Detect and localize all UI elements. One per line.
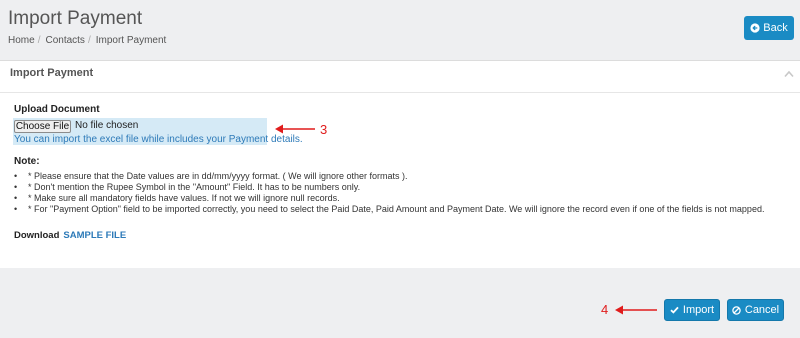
list-item: • * For "Payment Option" field to be impo… [14, 204, 764, 215]
list-item: • * Don't mention the Rupee Symbol in the… [14, 182, 764, 193]
bullet: • [14, 193, 18, 203]
breadcrumb-current: Import Payment [95, 35, 167, 46]
upload-document-label: Upload Document [14, 104, 100, 115]
import-button[interactable]: Import [664, 299, 720, 321]
annotation-arrow-icon [275, 124, 315, 134]
import-button-label: Import [682, 304, 715, 316]
breadcrumb-separator: / [37, 35, 41, 46]
page-title: Import Payment [8, 8, 143, 29]
bullet: • [14, 204, 18, 214]
chevron-up-icon[interactable] [784, 70, 794, 78]
panel-header: Import Payment [0, 61, 800, 93]
note-text: * Don't mention the Rupee Symbol in the … [28, 182, 361, 192]
checkmark-icon [670, 306, 679, 314]
form-actions: 4 Import Cancel [0, 268, 800, 338]
cancel-button[interactable]: Cancel [727, 299, 784, 321]
note-text: * Please ensure that the Date values are… [28, 171, 408, 181]
file-status-text: No file chosen [75, 120, 139, 131]
import-panel: Import Payment Upload Document Choose Fi… [0, 60, 800, 268]
note-text: * Make sure all mandatory fields have va… [28, 193, 340, 203]
upload-help-text: You can import the excel file while incl… [14, 134, 303, 145]
list-item: • * Make sure all mandatory fields have v… [14, 193, 764, 204]
panel-title: Import Payment [10, 67, 94, 79]
annotation-number: 3 [320, 122, 328, 137]
breadcrumb-separator: / [87, 35, 91, 46]
download-row: Download SAMPLE FILE [14, 230, 126, 241]
annotation-arrow-icon [615, 305, 657, 315]
ban-icon [732, 305, 741, 315]
bullet: • [14, 182, 18, 192]
note-label: Note: [14, 156, 40, 167]
choose-file-button[interactable]: Choose File [14, 120, 71, 133]
back-button[interactable]: Back [744, 16, 794, 40]
annotation-number: 4 [601, 302, 609, 317]
list-item: • * Please ensure that the Date values ar… [14, 171, 764, 182]
note-text: * For "Payment Option" field to be impor… [28, 204, 765, 214]
download-label: Download [14, 230, 60, 241]
sample-file-link[interactable]: SAMPLE FILE [63, 230, 126, 241]
note-list: • * Please ensure that the Date values ar… [14, 171, 764, 215]
arrow-left-icon [750, 23, 760, 33]
back-button-label: Back [763, 22, 788, 34]
breadcrumb: Home / Contacts / Import Payment [8, 35, 166, 46]
cancel-button-label: Cancel [744, 304, 780, 316]
bullet: • [14, 171, 18, 181]
file-upload-field: Choose File No file chosen You can impor… [13, 118, 303, 145]
breadcrumb-contacts[interactable]: Contacts [45, 35, 84, 46]
page-header: Import Payment Home / Contacts / Import … [0, 0, 800, 60]
breadcrumb-home[interactable]: Home [8, 35, 35, 46]
